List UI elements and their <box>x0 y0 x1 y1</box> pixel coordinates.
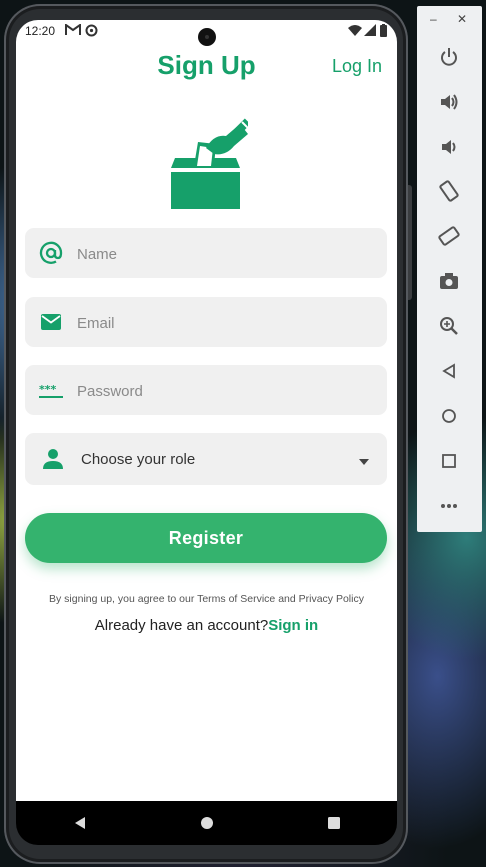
password-input[interactable] <box>75 365 379 417</box>
volume-down-icon <box>442 140 456 154</box>
volume-up-button[interactable] <box>438 91 460 113</box>
overview-icon <box>442 454 456 468</box>
ballot-box-icon <box>171 118 248 209</box>
home-nav-button[interactable] <box>192 808 222 838</box>
person-icon <box>43 449 63 469</box>
home-button[interactable] <box>438 405 460 427</box>
password-icon: *** <box>39 383 63 398</box>
rotate-left-button[interactable] <box>438 180 460 202</box>
volume-up-icon <box>441 94 458 110</box>
terms-text: By signing up, you agree to our Terms of… <box>49 593 364 605</box>
minimize-icon[interactable]: – <box>430 12 437 26</box>
svg-text:***: *** <box>39 383 57 396</box>
power-button[interactable] <box>438 46 460 68</box>
back-icon <box>442 363 455 379</box>
chevron-down-icon <box>359 459 369 465</box>
status-bar: 12:20 <box>16 20 397 46</box>
signin-row: Already have an account?Sign in <box>16 617 397 634</box>
password-field[interactable]: *** <box>25 365 387 417</box>
account-prompt: Already have an account? <box>94 617 269 634</box>
more-button[interactable] <box>438 495 460 517</box>
back-nav-button[interactable] <box>65 808 95 838</box>
wifi-icon <box>348 25 362 36</box>
screenshot-button[interactable] <box>438 270 460 292</box>
front-camera <box>198 28 216 46</box>
zoom-icon <box>440 317 458 335</box>
battery-icon <box>380 24 387 37</box>
name-input[interactable] <box>75 228 379 280</box>
phone-side-button <box>408 185 412 300</box>
power-icon <box>441 48 457 66</box>
recents-nav-button[interactable] <box>319 808 349 838</box>
role-dropdown[interactable]: Choose your role <box>25 433 387 485</box>
overview-button[interactable] <box>438 450 460 472</box>
rotate-left-icon <box>439 180 459 202</box>
emulator-tool-panel: – ✕ <box>417 6 482 532</box>
at-sign-icon <box>39 241 63 264</box>
register-button[interactable]: Register <box>25 513 387 563</box>
name-field[interactable] <box>25 228 387 280</box>
more-icon <box>441 504 457 508</box>
login-link[interactable]: Log In <box>332 56 382 77</box>
signin-link[interactable]: Sign in <box>268 617 318 634</box>
role-placeholder: Choose your role <box>81 451 196 468</box>
home-circle-icon <box>200 817 213 829</box>
navigation-bar <box>16 801 397 845</box>
signal-icon <box>364 24 376 36</box>
email-input[interactable] <box>75 297 379 349</box>
mail-icon <box>41 314 61 330</box>
zoom-button[interactable] <box>438 315 460 337</box>
rotate-right-button[interactable] <box>438 225 460 247</box>
phone-screen: 12:20 Sign Up Log In Name Email *** Choo… <box>16 20 397 801</box>
status-time: 12:20 <box>25 24 56 38</box>
back-button[interactable] <box>438 360 460 382</box>
email-field[interactable] <box>25 297 387 349</box>
sync-icon <box>85 24 98 37</box>
back-triangle-icon <box>74 817 85 829</box>
camera-icon <box>440 273 458 289</box>
home-icon <box>442 409 456 423</box>
gmail-icon <box>65 24 81 35</box>
volume-down-button[interactable] <box>438 136 460 158</box>
close-icon[interactable]: ✕ <box>457 12 467 26</box>
rotate-right-icon <box>438 226 460 246</box>
recents-square-icon <box>327 817 340 829</box>
